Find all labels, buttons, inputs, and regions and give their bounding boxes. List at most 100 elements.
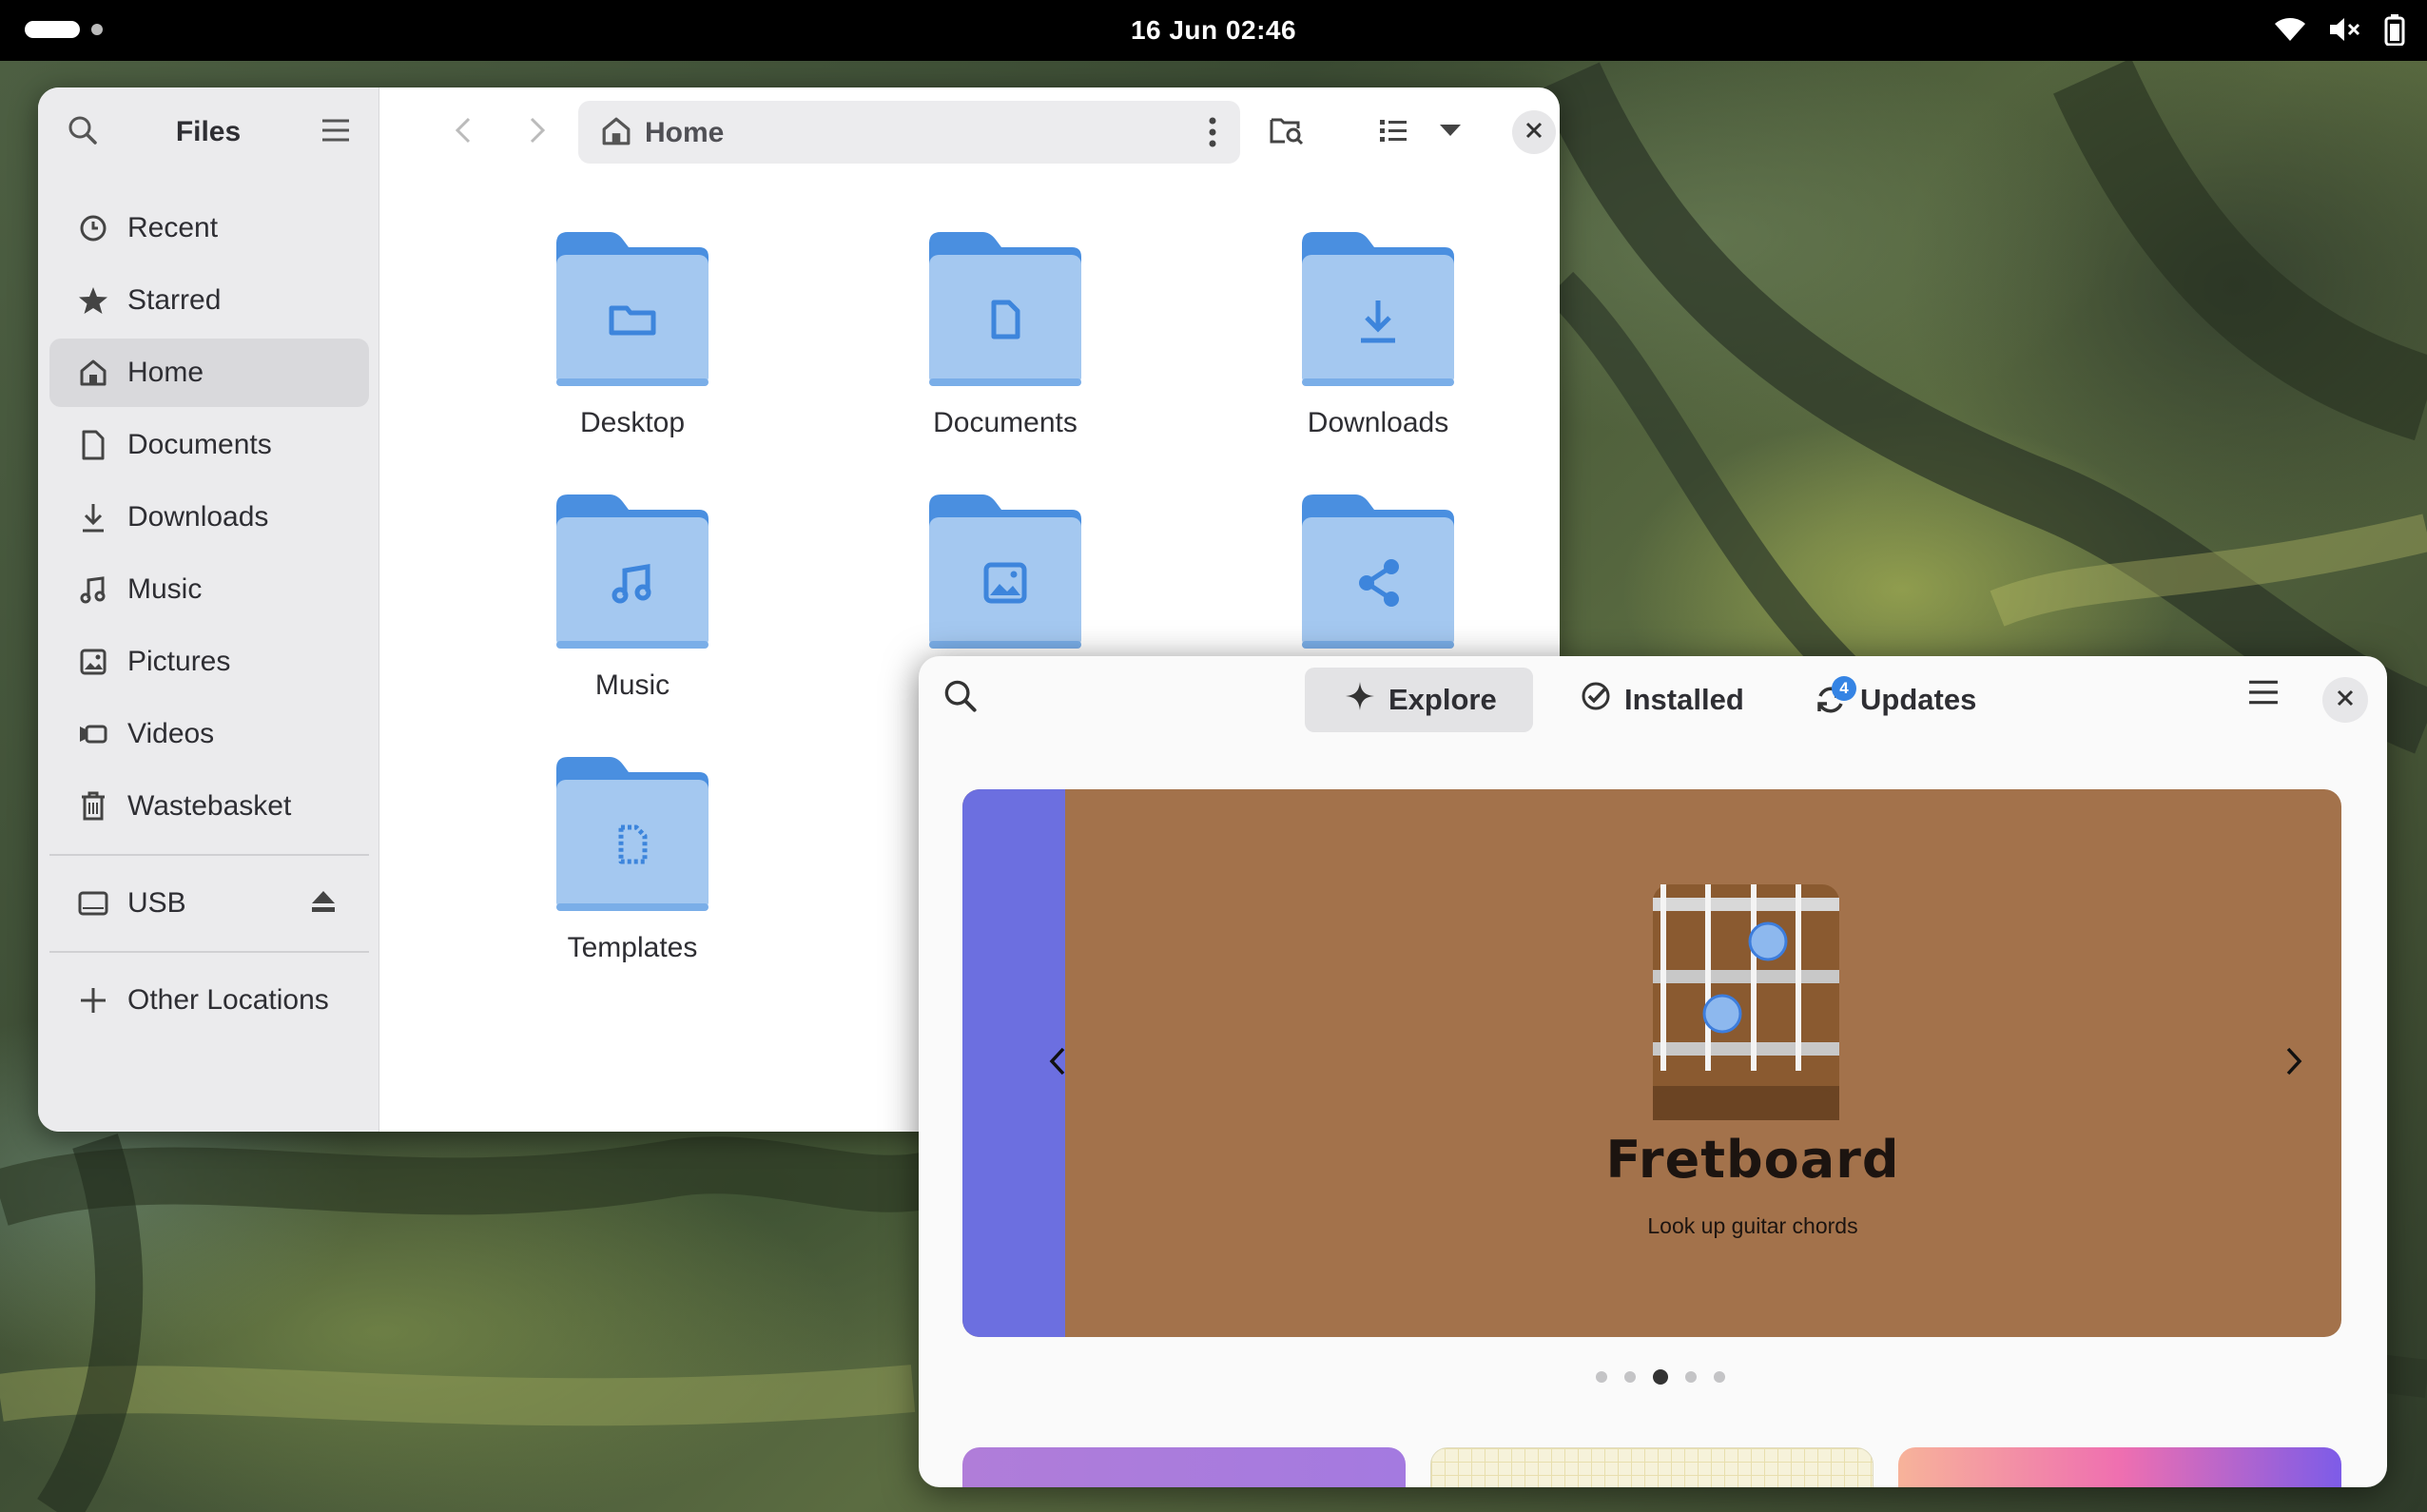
top-bar: 16 Jun 02:46 bbox=[0, 0, 2427, 61]
sidebar-item-wastebasket[interactable]: Wastebasket bbox=[49, 772, 369, 841]
sidebar-item-recent[interactable]: Recent bbox=[49, 194, 369, 262]
tab-explore[interactable]: Explore bbox=[1305, 668, 1533, 732]
clock[interactable]: 16 Jun 02:46 bbox=[1046, 0, 1381, 61]
carousel-previous-button[interactable] bbox=[1033, 1038, 1082, 1088]
workspace-dot bbox=[91, 24, 103, 35]
sidebar-item-label: Wastebasket bbox=[127, 790, 292, 822]
sidebar-item-usb[interactable]: USB bbox=[49, 869, 369, 938]
search-folder-button[interactable] bbox=[1263, 110, 1311, 154]
tab-updates[interactable]: 4 Updates bbox=[1775, 668, 1999, 732]
folder-pictures-icon bbox=[929, 494, 1081, 649]
featured-app-name: Fretboard bbox=[1605, 1130, 1900, 1190]
app-tile[interactable] bbox=[1430, 1447, 1874, 1487]
chevron-down-icon bbox=[1439, 124, 1462, 142]
sidebar-item-label: Music bbox=[127, 573, 203, 605]
carousel-dot[interactable] bbox=[1685, 1371, 1697, 1383]
view-options-button[interactable] bbox=[1434, 110, 1466, 154]
eject-icon[interactable] bbox=[310, 888, 337, 922]
star-icon bbox=[76, 283, 110, 318]
sidebar-item-starred[interactable]: Starred bbox=[49, 266, 369, 335]
path-segment-home[interactable]: Home bbox=[645, 117, 724, 149]
tab-installed[interactable]: Installed bbox=[1541, 668, 1767, 732]
sidebar-item-label: Downloads bbox=[127, 501, 269, 533]
sparkle-icon bbox=[1345, 681, 1375, 719]
close-icon bbox=[2337, 689, 2354, 711]
search-icon bbox=[943, 680, 978, 717]
kebab-menu-icon[interactable] bbox=[1208, 116, 1217, 153]
featured-carousel[interactable]: Fretboard Look up guitar chords bbox=[962, 789, 2341, 1337]
sidebar-item-documents[interactable]: Documents bbox=[49, 411, 369, 479]
sidebar-item-label: Home bbox=[127, 357, 204, 388]
list-view-icon bbox=[1378, 117, 1408, 148]
folder-documents-icon bbox=[929, 232, 1081, 386]
music-icon bbox=[76, 572, 110, 607]
app-tiles-row bbox=[962, 1447, 2341, 1487]
sidebar-item-music[interactable]: Music bbox=[49, 555, 369, 624]
sidebar-item-home[interactable]: Home bbox=[49, 339, 369, 407]
sidebar-item-other-locations[interactable]: Other Locations bbox=[49, 966, 369, 1035]
system-tray[interactable] bbox=[2273, 13, 2406, 46]
search-button[interactable] bbox=[943, 679, 978, 718]
software-header-bar: Explore Installed 4 Updates bbox=[919, 656, 2387, 744]
forward-button[interactable] bbox=[517, 112, 557, 152]
document-icon bbox=[76, 428, 110, 462]
folder-public-share-icon bbox=[1302, 494, 1454, 649]
carousel-dot-active[interactable] bbox=[1653, 1369, 1668, 1385]
sidebar-divider bbox=[49, 951, 369, 953]
sidebar-item-label: Other Locations bbox=[127, 984, 329, 1016]
folder-label: Templates bbox=[567, 932, 698, 963]
carousel-dot[interactable] bbox=[1714, 1371, 1725, 1383]
hamburger-icon bbox=[2248, 680, 2279, 709]
sidebar-item-label: Pictures bbox=[127, 646, 231, 677]
download-icon bbox=[76, 500, 110, 534]
tab-label: Installed bbox=[1624, 683, 1744, 716]
files-sidebar: Files Recent Starred Home Documents Down… bbox=[38, 87, 379, 1132]
sidebar-item-label: Starred bbox=[127, 284, 222, 316]
view-list-button[interactable] bbox=[1371, 110, 1415, 154]
software-window[interactable]: Explore Installed 4 Updates Fretboard Lo… bbox=[919, 656, 2387, 1487]
close-button[interactable] bbox=[1512, 110, 1556, 154]
sidebar-item-videos[interactable]: Videos bbox=[49, 700, 369, 768]
app-tile[interactable] bbox=[962, 1447, 1406, 1487]
folder-label: Documents bbox=[933, 407, 1078, 438]
refresh-icon: 4 bbox=[1815, 676, 1856, 716]
carousel-dot[interactable] bbox=[1624, 1371, 1636, 1383]
folder-downloads-icon bbox=[1302, 232, 1454, 386]
tab-label: Updates bbox=[1860, 683, 1977, 716]
main-menu-button[interactable] bbox=[2248, 679, 2279, 710]
sidebar-divider bbox=[49, 854, 369, 856]
hamburger-icon bbox=[321, 118, 350, 147]
clock-icon bbox=[76, 211, 110, 245]
folder-desktop-icon bbox=[556, 232, 709, 386]
path-bar[interactable]: Home bbox=[578, 101, 1240, 164]
carousel-page-indicator bbox=[919, 1369, 2387, 1385]
video-icon bbox=[76, 717, 110, 751]
speaker-muted-icon bbox=[2328, 14, 2362, 45]
tab-label: Explore bbox=[1388, 683, 1497, 716]
sidebar-item-label: Recent bbox=[127, 212, 219, 243]
activities-indicator[interactable] bbox=[25, 21, 103, 38]
picture-icon bbox=[76, 645, 110, 679]
sidebar-item-downloads[interactable]: Downloads bbox=[49, 483, 369, 552]
close-button[interactable] bbox=[2322, 677, 2368, 723]
sidebar-item-label: Videos bbox=[127, 718, 215, 749]
sidebar-header: Files bbox=[38, 87, 379, 175]
home-icon bbox=[601, 116, 631, 151]
drive-icon bbox=[76, 886, 110, 921]
back-button[interactable] bbox=[443, 112, 483, 152]
folder-label: Desktop bbox=[579, 407, 686, 438]
sidebar-item-pictures[interactable]: Pictures bbox=[49, 628, 369, 696]
folder-label: Music bbox=[594, 669, 670, 701]
folder-search-icon bbox=[1270, 115, 1304, 150]
carousel-dot[interactable] bbox=[1596, 1371, 1607, 1383]
updates-count-badge: 4 bbox=[1832, 676, 1856, 701]
app-tile[interactable] bbox=[1898, 1447, 2341, 1487]
carousel-next-button[interactable] bbox=[2269, 1038, 2319, 1088]
folder-item-templates[interactable]: Templates bbox=[490, 757, 775, 1084]
main-menu-button[interactable] bbox=[316, 112, 356, 152]
folder-music-icon bbox=[556, 494, 709, 649]
chevron-left-icon bbox=[454, 116, 473, 149]
close-icon bbox=[1525, 122, 1543, 144]
featured-app-summary: Look up guitar chords bbox=[1647, 1213, 1858, 1238]
check-circle-icon bbox=[1581, 681, 1611, 719]
